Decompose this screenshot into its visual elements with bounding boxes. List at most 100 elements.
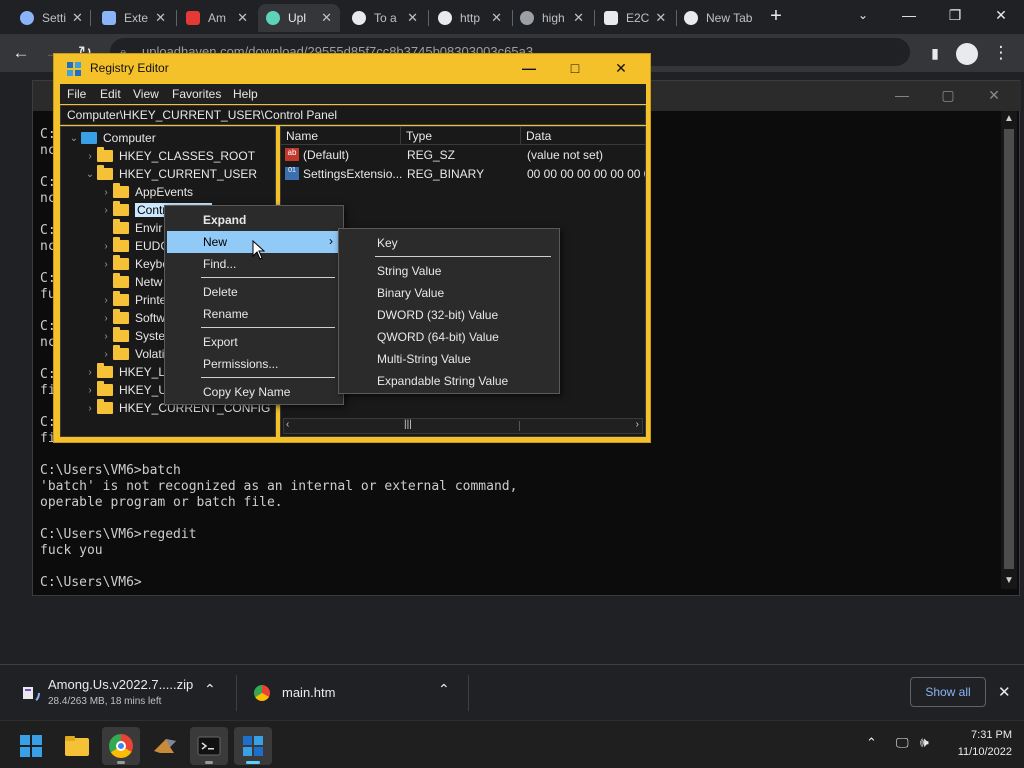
tab-new-tab[interactable]: New Tab✕ <box>676 4 760 32</box>
menu-view[interactable]: View <box>133 87 159 101</box>
cmd-minimize-button[interactable]: — <box>879 81 925 109</box>
regedit-title-bar[interactable]: Registry Editor — □ ✕ <box>54 54 650 84</box>
chevron-up-icon[interactable]: ⌃ <box>866 735 877 751</box>
start-button[interactable] <box>12 727 50 765</box>
tab-extensions[interactable]: Exte ✕ <box>94 4 174 32</box>
chevron-right-icon[interactable]: › <box>99 187 113 198</box>
regedit-maximize-button[interactable]: □ <box>552 54 598 82</box>
taskbar-file-explorer[interactable] <box>58 727 96 765</box>
close-tab-icon[interactable]: ✕ <box>485 10 502 26</box>
download-item-main-htm[interactable]: main.htm ⌃ <box>250 675 460 711</box>
tree-item[interactable]: › HKEY_CLASSES_ROOT <box>83 147 255 165</box>
chevron-right-icon[interactable]: › <box>83 151 97 162</box>
close-tab-icon[interactable]: ✕ <box>66 10 83 26</box>
new-string-value[interactable]: String Value <box>341 260 557 282</box>
scroll-up-icon[interactable]: ▲ <box>1001 111 1017 127</box>
tree-item[interactable]: › HKEY_US <box>83 381 175 399</box>
menu-item-delete[interactable]: Delete <box>167 281 341 303</box>
close-tab-icon[interactable]: ✕ <box>649 10 666 26</box>
chevron-right-icon[interactable]: › <box>83 403 97 414</box>
menu-help[interactable]: Help <box>233 87 258 101</box>
menu-edit[interactable]: Edit <box>100 87 121 101</box>
tree-item[interactable]: Netw <box>99 273 162 291</box>
scroll-right-icon[interactable]: › <box>636 419 639 430</box>
new-dword-value[interactable]: DWORD (32-bit) Value <box>341 304 557 326</box>
scroll-left-icon[interactable]: ‹ <box>286 419 289 430</box>
scroll-thumb[interactable] <box>1004 129 1014 569</box>
menu-item-permissions[interactable]: Permissions... <box>167 353 341 375</box>
menu-item-expand[interactable]: Expand <box>167 209 341 231</box>
taskbar-regedit[interactable] <box>234 727 272 765</box>
registry-address-bar[interactable]: Computer\HKEY_CURRENT_USER\Control Panel <box>60 105 646 125</box>
tree-item[interactable]: › Keybo <box>99 255 169 273</box>
download-item-among-us[interactable]: Among.Us.v2022.7.....zip 28.4/263 MB, 18… <box>12 675 230 711</box>
cmd-close-button[interactable]: ✕ <box>971 81 1017 109</box>
chevron-right-icon[interactable]: › <box>99 295 113 306</box>
tree-item[interactable]: › EUDC <box>99 237 169 255</box>
close-tab-icon[interactable]: ✕ <box>149 10 166 26</box>
taskbar-terminal[interactable] <box>190 727 228 765</box>
close-tab-icon[interactable]: ✕ <box>231 10 248 26</box>
chevron-right-icon[interactable]: › <box>83 385 97 396</box>
new-binary-value[interactable]: Binary Value <box>341 282 557 304</box>
tab-to[interactable]: To a ✕ <box>344 4 426 32</box>
chevron-right-icon[interactable]: › <box>83 367 97 378</box>
tab-amazon[interactable]: Am ✕ <box>178 4 256 32</box>
chevron-right-icon[interactable]: › <box>99 313 113 324</box>
tree-item[interactable]: ⌄ HKEY_CURRENT_USER <box>83 165 257 183</box>
new-qword-value[interactable]: QWORD (64-bit) Value <box>341 326 557 348</box>
profile-avatar[interactable] <box>954 40 980 66</box>
show-all-button[interactable]: Show all <box>910 677 986 707</box>
clock-date[interactable]: 11/10/2022 <box>946 746 1012 758</box>
tree-item[interactable]: › HKEY_LO <box>83 363 174 381</box>
new-expandable-string-value[interactable]: Expandable String Value <box>341 370 557 392</box>
close-downloads-icon[interactable]: ✕ <box>998 683 1011 701</box>
regedit-close-button[interactable]: ✕ <box>598 54 644 82</box>
menu-file[interactable]: File <box>67 87 86 101</box>
chevron-right-icon[interactable]: › <box>99 259 113 270</box>
tab-uploadhaven[interactable]: Upl ✕ <box>258 4 340 32</box>
tree-item[interactable]: › Syste <box>99 327 165 345</box>
tree-item[interactable]: › Printe <box>99 291 166 309</box>
chevron-right-icon[interactable]: › <box>99 349 113 360</box>
menu-item-rename[interactable]: Rename <box>167 303 341 325</box>
minimize-button[interactable]: — <box>886 0 932 32</box>
back-button[interactable]: ← <box>8 40 34 66</box>
tab-e2c[interactable]: E2C ✕ <box>596 4 674 32</box>
tab-settings[interactable]: Setti ✕ <box>12 4 88 32</box>
chevron-down-icon[interactable]: ⌄ <box>83 169 97 180</box>
close-window-button[interactable]: ✕ <box>978 0 1024 32</box>
side-panel-icon[interactable]: ▮ <box>922 40 948 66</box>
tree-item[interactable]: › AppEvents <box>99 183 193 201</box>
network-icon[interactable]: 🖵︎ <box>896 735 909 751</box>
tab-high[interactable]: high ✕ <box>512 4 592 32</box>
chevron-right-icon[interactable]: › <box>99 331 113 342</box>
horizontal-scrollbar[interactable]: ‹ ||| › <box>283 418 643 434</box>
close-tab-icon[interactable]: ✕ <box>401 10 418 26</box>
cmd-scrollbar[interactable]: ▲ ▼ <box>1001 111 1017 589</box>
restore-button[interactable]: ❐ <box>932 0 978 32</box>
tree-item[interactable]: › Softw <box>99 309 165 327</box>
column-type[interactable]: Type <box>401 127 521 145</box>
column-name[interactable]: Name <box>281 127 401 145</box>
tree-item[interactable]: Envir <box>99 219 162 237</box>
tab-http[interactable]: http ✕ <box>430 4 510 32</box>
cmd-maximize-button[interactable]: ▢ <box>925 81 971 109</box>
menu-favorites[interactable]: Favorites <box>172 87 221 101</box>
tree-item[interactable]: › Volati <box>99 345 164 363</box>
scroll-down-icon[interactable]: ▼ <box>1001 573 1017 589</box>
menu-item-export[interactable]: Export <box>167 331 341 353</box>
chevron-up-icon[interactable]: ⌃ <box>204 681 216 698</box>
chevron-right-icon[interactable]: › <box>99 205 113 216</box>
chevron-up-icon[interactable]: ⌃ <box>438 681 450 698</box>
taskbar-chrome[interactable] <box>102 727 140 765</box>
menu-item-copy-key-name[interactable]: Copy Key Name <box>167 381 341 403</box>
clock-time[interactable]: 7:31 PM <box>946 729 1012 741</box>
cmd-output[interactable]: C:\Users\VM6>batch 'batch' is not recogn… <box>40 463 517 591</box>
new-tab-button[interactable]: + <box>762 6 790 28</box>
regedit-minimize-button[interactable]: — <box>506 54 552 82</box>
chevron-down-icon[interactable]: ⌄ <box>67 133 81 144</box>
close-tab-icon[interactable]: ✕ <box>567 10 584 26</box>
new-multi-string-value[interactable]: Multi-String Value <box>341 348 557 370</box>
volume-icon[interactable]: 🕪︎ <box>920 734 929 751</box>
